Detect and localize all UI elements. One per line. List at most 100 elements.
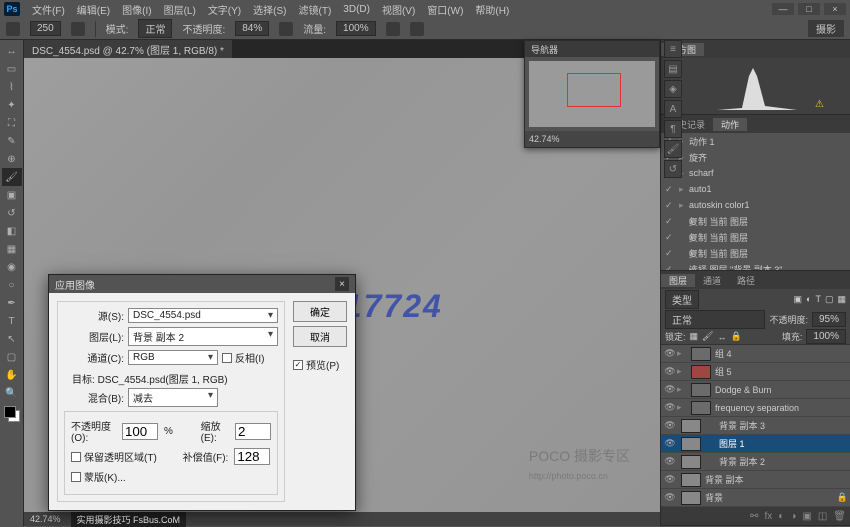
menu-help[interactable]: 帮助(H) (475, 2, 509, 17)
visibility-icon[interactable]: 👁 (663, 402, 677, 413)
blur-tool[interactable]: ◉ (2, 258, 22, 276)
marquee-tool[interactable]: ▭ (2, 60, 22, 78)
brush-panel-icon[interactable] (71, 22, 85, 36)
dock-icon-2[interactable]: ▤ (664, 60, 682, 78)
actions-tab[interactable]: 动作 (713, 118, 747, 131)
source-select[interactable]: DSC_4554.psd (128, 308, 278, 323)
navigator-preview[interactable] (529, 61, 655, 127)
menu-type[interactable]: 文字(Y) (208, 2, 241, 17)
action-item[interactable]: ✓▸动作 1 (661, 133, 850, 149)
visibility-icon[interactable]: 👁 (663, 366, 677, 377)
lasso-tool[interactable]: ⌇ (2, 78, 22, 96)
brush-tool[interactable]: 🖌 (2, 168, 22, 186)
dock-icon-1[interactable]: ≡ (664, 40, 682, 58)
pressure-opacity-icon[interactable] (279, 22, 293, 36)
stamp-tool[interactable]: ▣ (2, 186, 22, 204)
new-layer-icon[interactable]: ◫ (818, 511, 827, 522)
brush-preset-icon[interactable] (6, 22, 20, 36)
visibility-icon[interactable]: 👁 (663, 348, 677, 359)
adj-layer-icon[interactable]: ◑ (790, 511, 796, 522)
navigator-panel[interactable]: 导航器 42.74% (524, 40, 660, 148)
blend-mode[interactable]: 正常 (665, 310, 765, 329)
action-step[interactable]: ✓▸复制 当前 图层 (661, 213, 850, 229)
visibility-icon[interactable]: 👁 (663, 420, 677, 431)
dock-icon-3[interactable]: ◈ (664, 80, 682, 98)
lock-pos-icon[interactable]: ↔ (717, 332, 726, 342)
color-swatch[interactable] (4, 406, 20, 422)
document-tab[interactable]: DSC_4554.psd @ 42.7% (图层 1, RGB/8) * (24, 40, 232, 58)
layer-item[interactable]: 👁▸frequency separation (661, 399, 850, 417)
visibility-icon[interactable]: 👁 (663, 438, 677, 449)
layers-tab[interactable]: 图层 (661, 274, 695, 287)
workspace-switcher[interactable]: 摄影 (808, 20, 844, 37)
delete-layer-icon[interactable]: 🗑 (833, 511, 846, 522)
group-icon[interactable]: ▣ (802, 511, 811, 522)
visibility-icon[interactable]: 👁 (663, 474, 677, 485)
dock-icon-5[interactable]: ¶ (664, 120, 682, 138)
layer-mask-icon[interactable]: ◐ (778, 511, 784, 522)
menu-window[interactable]: 窗口(W) (427, 2, 463, 17)
dialog-close[interactable]: × (335, 277, 349, 291)
link-layers-icon[interactable]: ⚯ (750, 511, 758, 522)
layer-item[interactable]: 👁背景 副本 (661, 471, 850, 489)
gradient-tool[interactable]: ▦ (2, 240, 22, 258)
heal-tool[interactable]: ⊕ (2, 150, 22, 168)
eraser-tool[interactable]: ◧ (2, 222, 22, 240)
dodge-tool[interactable]: ○ (2, 276, 22, 294)
fill-value[interactable]: 100% (806, 329, 846, 344)
dock-icon-6[interactable]: 🖌 (664, 140, 682, 158)
layer-opacity[interactable]: 95% (812, 312, 846, 327)
filter-image-icon[interactable]: ▣ (794, 294, 803, 305)
flow-value[interactable]: 100% (336, 21, 376, 36)
menu-filter[interactable]: 滤镜(T) (299, 2, 332, 17)
preview-checkbox[interactable]: ✓预览(P) (293, 357, 347, 372)
layer-item[interactable]: 👁▸组 4 (661, 345, 850, 363)
layer-select[interactable]: 背景 副本 2 (128, 327, 278, 346)
filter-smart-icon[interactable]: ▦ (837, 294, 846, 305)
offset-input[interactable] (234, 448, 270, 465)
dock-icon-4[interactable]: A (664, 100, 682, 118)
opacity-value[interactable]: 84% (235, 21, 269, 36)
mask-checkbox[interactable]: 蒙版(K)... (71, 469, 126, 484)
pressure-size-icon[interactable] (410, 22, 424, 36)
zoom-level[interactable]: 42.74% (24, 514, 67, 524)
window-close[interactable]: × (824, 3, 846, 15)
scale-input[interactable] (235, 423, 271, 440)
lock-all-icon[interactable]: 🔒 (730, 331, 741, 342)
layer-filter-kind[interactable]: 类型 (665, 290, 699, 309)
invert-checkbox[interactable]: 反相(I) (222, 350, 264, 365)
menu-image[interactable]: 图像(I) (122, 2, 151, 17)
layer-item[interactable]: 👁背景 副本 2 (661, 453, 850, 471)
lock-pixels-icon[interactable]: 🖌 (702, 331, 713, 342)
visibility-icon[interactable]: 👁 (663, 384, 677, 395)
visibility-icon[interactable]: 👁 (663, 456, 677, 467)
menu-select[interactable]: 选择(S) (253, 2, 286, 17)
history-brush-tool[interactable]: ↺ (2, 204, 22, 222)
dock-icon-7[interactable]: ↺ (664, 160, 682, 178)
cancel-button[interactable]: 取消 (293, 326, 347, 347)
filter-adj-icon[interactable]: ◐ (806, 294, 811, 304)
ok-button[interactable]: 确定 (293, 301, 347, 322)
layer-fx-icon[interactable]: fx (765, 511, 773, 522)
shape-tool[interactable]: ▢ (2, 348, 22, 366)
window-maximize[interactable]: □ (798, 3, 820, 15)
visibility-icon[interactable]: 👁 (663, 492, 677, 503)
lock-trans-icon[interactable]: ▦ (690, 331, 699, 342)
layer-item[interactable]: 👁▸Dodge & Burn (661, 381, 850, 399)
action-item[interactable]: ✓▸auto1 (661, 181, 850, 197)
menu-view[interactable]: 视图(V) (382, 2, 415, 17)
action-item[interactable]: ✓▸autoskin color1 (661, 197, 850, 213)
layer-item[interactable]: 👁背景🔒 (661, 489, 850, 507)
blend-select[interactable]: 减去 (128, 388, 218, 407)
layer-item[interactable]: 👁图层 1 (661, 435, 850, 453)
navigator-viewport[interactable] (567, 73, 621, 107)
channels-tab[interactable]: 通道 (695, 274, 729, 287)
action-step[interactable]: ✓▸复制 当前 图层 (661, 245, 850, 261)
action-step[interactable]: ✓▸复制 当前 图层 (661, 229, 850, 245)
hand-tool[interactable]: ✋ (2, 366, 22, 384)
window-minimize[interactable]: — (772, 3, 794, 15)
move-tool[interactable]: ↔ (2, 42, 22, 60)
zoom-tool[interactable]: 🔍 (2, 384, 22, 402)
dlg-opacity-input[interactable] (122, 423, 158, 440)
eyedropper-tool[interactable]: ✎ (2, 132, 22, 150)
